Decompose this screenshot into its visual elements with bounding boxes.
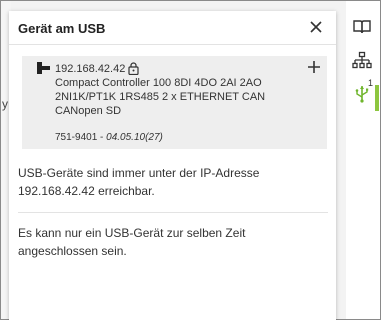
- network-tree-icon[interactable]: [352, 51, 372, 71]
- usb-count-badge: 1: [368, 78, 374, 88]
- usb-device-panel: Gerät am USB 192.168.42.42 Compact Contr…: [9, 11, 336, 320]
- device-desc-line: CANopen SD: [55, 105, 122, 117]
- device-version-row: 751-9401 - 04.05.10(27): [55, 132, 163, 143]
- device-card[interactable]: 192.168.42.42 Compact Controller 100 8DI…: [22, 56, 327, 149]
- plus-icon[interactable]: [307, 60, 321, 74]
- panel-header: Gerät am USB: [9, 11, 336, 45]
- device-description: Compact Controller 100 8DI 4DO 2AI 2AO 2…: [55, 76, 320, 118]
- app-window: y Gerät am USB 192.168.42.42 Compact Con…: [0, 0, 381, 320]
- info-text-ip: USB-Geräte sind immer unter der IP-Adres…: [18, 166, 260, 198]
- firmware-version: 04.05.10(27): [106, 132, 163, 143]
- order-number: 751-9401: [55, 132, 98, 143]
- device-desc-line: Compact Controller 100 8DI 4DO 2AI 2AO: [55, 77, 262, 89]
- connector-icon: [37, 62, 50, 74]
- info-text-single-device: Es kann nur ein USB-Gerät zur selben Zei…: [18, 226, 246, 258]
- active-indicator: [375, 85, 379, 111]
- background-text-fragment: y: [2, 97, 8, 111]
- close-icon[interactable]: [306, 17, 326, 37]
- device-ip: 192.168.42.42: [55, 62, 126, 75]
- lock-icon: [128, 62, 139, 75]
- right-tool-rail: 1: [346, 1, 380, 319]
- divider: [18, 212, 328, 213]
- book-icon[interactable]: [352, 17, 372, 37]
- device-ip-row: 192.168.42.42: [55, 62, 139, 75]
- device-desc-line: 2NI1K/PT1K 1RS485 2 x ETHERNET CAN: [55, 91, 266, 103]
- panel-title: Gerät am USB: [18, 21, 106, 36]
